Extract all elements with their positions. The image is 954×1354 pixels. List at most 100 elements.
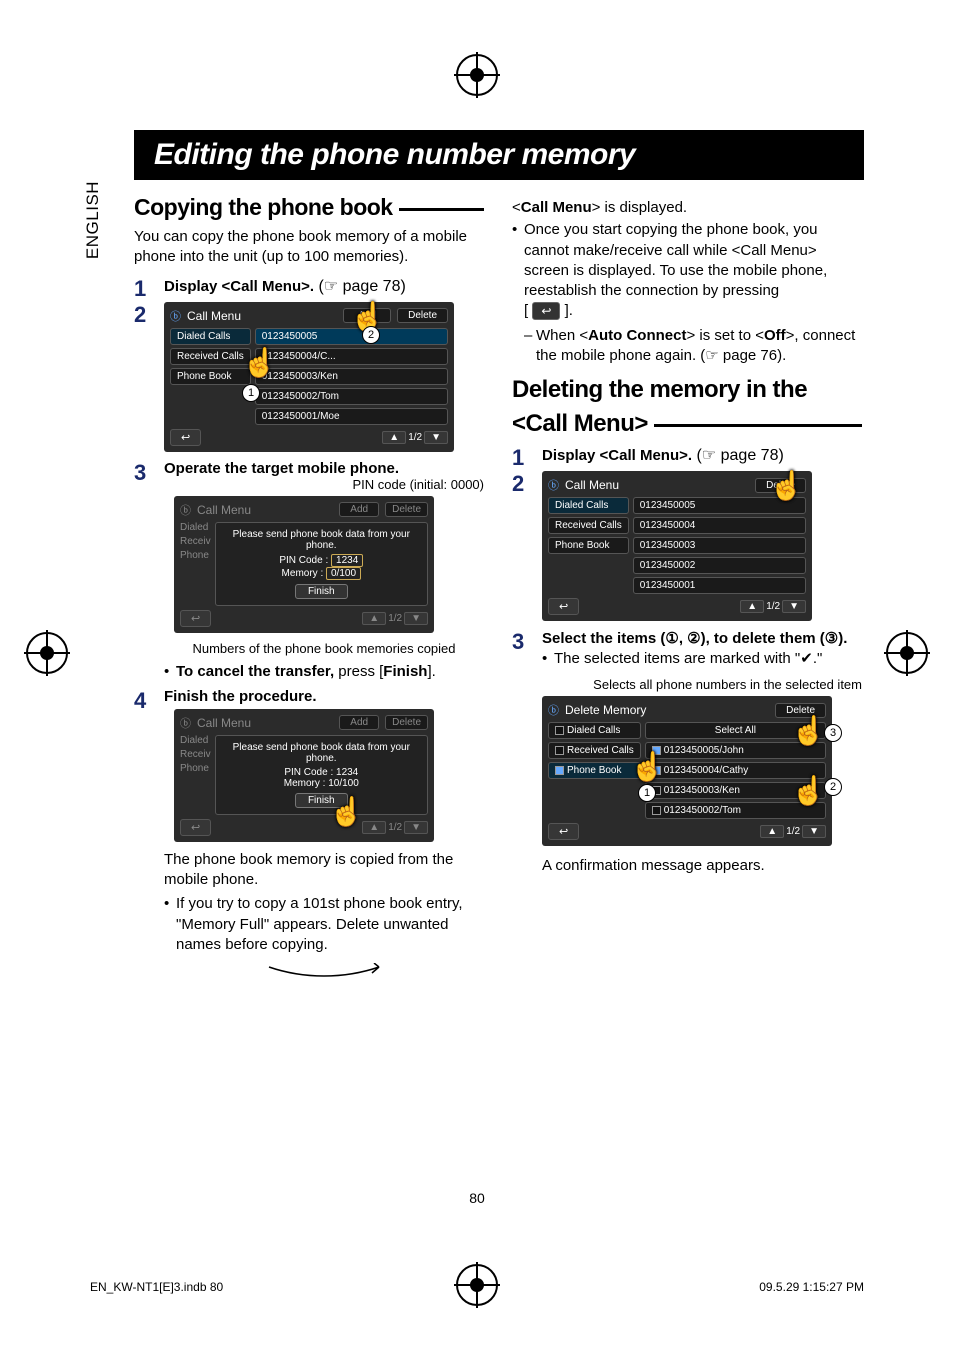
intro-text: You can copy the phone book memory of a … <box>134 227 484 268</box>
list-item[interactable]: 0123450005 <box>255 328 448 345</box>
back-icon[interactable]: ↩ <box>170 429 201 446</box>
right-column: <Call Menu> is displayed. Once you start… <box>512 194 862 992</box>
footer-left: EN_KW-NT1[E]3.indb 80 <box>90 1280 223 1294</box>
list-item[interactable]: 0123450002 <box>633 557 806 574</box>
cancel-btn: Finish <box>383 663 427 680</box>
tab-dim: Dialed <box>180 522 211 533</box>
tab-received[interactable]: Received Calls <box>170 348 251 365</box>
list-item[interactable]: 0123450001/Moe <box>255 408 448 425</box>
list-item[interactable]: 0123450004/Cathy <box>645 762 826 779</box>
pager: ▲1/2▼ <box>362 821 428 834</box>
delete-button[interactable]: Delete <box>775 703 826 718</box>
tab-received[interactable]: Received Calls <box>548 742 641 759</box>
del-step-3: Select the items (①, ②), to delete them … <box>512 629 862 877</box>
section-banner: Editing the phone number memory <box>134 130 864 180</box>
select-all-button[interactable]: Select All <box>645 722 826 739</box>
heading-text: Copying the phone book <box>134 194 393 221</box>
pin-label: PIN Code : <box>279 555 328 566</box>
crop-mark-icon <box>24 630 70 676</box>
call-menu-screenshot-1: ⓑ Call Menu Add Delete Dialed Calls Rece… <box>164 302 454 452</box>
tab-phonebook[interactable]: Phone Book <box>170 368 251 385</box>
list-item[interactable]: 0123450005/John <box>645 742 826 759</box>
page-down-icon[interactable]: ▼ <box>424 431 448 444</box>
list-item[interactable]: 0123450005 <box>633 497 806 514</box>
del-step3-label: Select the items (①, ②), to delete them … <box>542 629 862 647</box>
add-button: Add <box>339 715 379 730</box>
del-step-2: ⓑ Call Menu Delete Dialed Calls Received… <box>512 471 862 621</box>
annotation-2: 2 <box>362 326 380 344</box>
list-item[interactable]: 0123450002/Tom <box>255 388 448 405</box>
back-icon: ↩ <box>180 819 211 836</box>
list-item[interactable]: 0123450003/Ken <box>255 368 448 385</box>
finish-button[interactable]: Finish <box>295 793 348 808</box>
page-up-icon[interactable]: ▲ <box>760 825 784 838</box>
tab-dim: Dialed <box>180 735 211 746</box>
cancel-post: press [ <box>334 663 383 680</box>
panel-title: Delete Memory <box>565 703 769 717</box>
page-down-icon[interactable]: ▼ <box>782 600 806 613</box>
del-step-1: Display <Call Menu>. (☞ page 78) <box>512 445 862 465</box>
step-4: Finish the procedure. ⓑ Call Menu Add De… <box>134 688 484 986</box>
delete-button[interactable]: Delete <box>397 308 448 323</box>
tab-phonebook[interactable]: Phone Book <box>548 762 641 779</box>
send-dialog: Please send phone book data from your ph… <box>215 735 428 815</box>
sub-autoconnect: When <Auto Connect> is set to <Off>, con… <box>524 326 862 367</box>
mem-line: Memory : 10/100 <box>222 778 421 789</box>
list-item[interactable]: 0123450003 <box>633 537 806 554</box>
list-item[interactable]: 0123450002/Tom <box>645 802 826 819</box>
step-1-label: Display <Call Menu>. <box>164 278 314 295</box>
back-icon[interactable]: ↩ <box>548 823 579 840</box>
page-down-icon[interactable]: ▼ <box>802 825 826 838</box>
cancel-end: ]. <box>427 663 435 680</box>
copying-heading: Copying the phone book <box>134 194 484 221</box>
step-3: Operate the target mobile phone. PIN cod… <box>134 460 484 682</box>
bullet-101: If you try to copy a 101st phone book en… <box>164 894 484 955</box>
step-1: Display <Call Menu>. (☞ page 78) <box>134 276 484 296</box>
bluetooth-icon: ⓑ <box>548 702 559 718</box>
panel-title: Call Menu <box>197 716 333 730</box>
callmenu-displayed: <Call Menu> is displayed. <box>512 198 862 218</box>
step-4-label: Finish the procedure. <box>164 688 484 705</box>
delete-button: Delete <box>385 502 428 517</box>
back-key-icon: ↩ <box>532 302 560 320</box>
send-dialog: Please send phone book data from your ph… <box>215 522 428 606</box>
page-indicator: 1/2 <box>766 601 780 612</box>
dialog-text: Please send phone book data from your ph… <box>222 529 421 551</box>
language-tab: ENGLISH <box>76 180 106 260</box>
list-item[interactable]: 0123450001 <box>633 577 806 594</box>
left-column: Copying the phone book You can copy the … <box>134 194 484 992</box>
banner-title: Editing the phone number memory <box>154 138 844 172</box>
page-up-icon[interactable]: ▲ <box>382 431 406 444</box>
step-2: ⓑ Call Menu Add Delete Dialed Calls Rece… <box>134 302 484 452</box>
cancel-line: To cancel the transfer, press [Finish]. <box>164 662 484 682</box>
page-number: 80 <box>0 1190 954 1206</box>
del-step1-label: Display <Call Menu>. <box>542 447 692 464</box>
deleting-heading: Deleting the memory in the <Call Menu> <box>512 376 862 437</box>
tab-dim: Receiv <box>180 536 211 547</box>
annotation-2: 2 <box>824 778 842 796</box>
delete-button: Delete <box>385 715 428 730</box>
bluetooth-icon: ⓑ <box>180 502 191 518</box>
bluetooth-icon: ⓑ <box>180 715 191 731</box>
footer-right: 09.5.29 1:15:27 PM <box>759 1280 864 1294</box>
add-button[interactable]: Add <box>343 308 391 323</box>
delete-button[interactable]: Delete <box>755 478 806 493</box>
page-up-icon[interactable]: ▲ <box>740 600 764 613</box>
tab-dialed[interactable]: Dialed Calls <box>170 328 251 345</box>
back-icon[interactable]: ↩ <box>548 598 579 615</box>
delete-memory-screenshot: ⓑ Delete Memory Delete Dialed Calls Rece… <box>542 696 832 846</box>
selects-all-caption: Selects all phone numbers in the selecte… <box>542 677 862 692</box>
dialog-text: Please send phone book data from your ph… <box>222 742 421 764</box>
tab-dialed[interactable]: Dialed Calls <box>548 497 629 514</box>
list-item[interactable]: 0123450004 <box>633 517 806 534</box>
list-item[interactable]: 0123450004/C... <box>255 348 448 365</box>
language-label: ENGLISH <box>83 181 103 259</box>
tab-dialed[interactable]: Dialed Calls <box>548 722 641 739</box>
list-item[interactable]: 0123450003/Ken <box>645 782 826 799</box>
tab-phonebook[interactable]: Phone Book <box>548 537 629 554</box>
panel-title: Call Menu <box>187 309 337 323</box>
tab-received[interactable]: Received Calls <box>548 517 629 534</box>
step-1-ref: (☞ page 78) <box>319 278 406 295</box>
crop-mark-icon <box>454 52 500 98</box>
finish-button[interactable]: Finish <box>295 584 348 599</box>
